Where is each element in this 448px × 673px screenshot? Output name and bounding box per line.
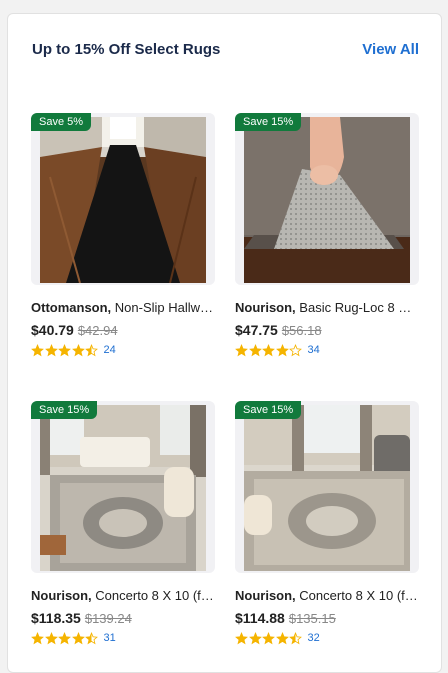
- product-name: Non-Slip Hallway Runner Rug: [114, 300, 215, 315]
- star-icon: [71, 343, 85, 356]
- star-icon: [248, 631, 262, 644]
- product-brand: Nourison,: [31, 588, 92, 603]
- star-rating: [235, 631, 303, 645]
- price-row: $40.79 $42.94: [31, 322, 215, 338]
- rating-row: 34: [235, 342, 419, 358]
- sale-price: $40.79: [31, 322, 74, 338]
- star-icon: [85, 343, 98, 356]
- original-price: $135.15: [288, 611, 336, 626]
- original-price: $56.18: [281, 323, 322, 338]
- price-row: $118.35 $139.24: [31, 610, 215, 626]
- star-icon: [58, 631, 71, 644]
- star-icon: [289, 631, 302, 644]
- sale-price: $47.75: [235, 322, 278, 338]
- product-name: Basic Rug-Loc 8 X 10 Rug Pad: [299, 300, 419, 315]
- star-icon: [71, 631, 85, 644]
- product-image-3[interactable]: Save 15%: [31, 401, 215, 573]
- rug-pad-image: [244, 117, 410, 283]
- product-card-2[interactable]: Save 15% Nourison, Basic Rug-Loc 8 X 10 …: [235, 113, 419, 358]
- review-count[interactable]: 24: [104, 344, 116, 356]
- rating-row: 24: [31, 342, 215, 358]
- product-brand: Nourison,: [235, 300, 296, 315]
- star-icon: [85, 631, 98, 644]
- product-card-4[interactable]: Save 15% Nourison, Concerto 8 X 10 (ft) …: [235, 401, 419, 646]
- sale-price: $118.35: [31, 610, 81, 626]
- product-name: Concerto 8 X 10 (ft) Rug: [299, 588, 419, 603]
- original-price: $42.94: [77, 323, 118, 338]
- star-icon: [235, 631, 248, 644]
- sale-price: $114.88: [235, 610, 285, 626]
- hallway-runner-image: [40, 117, 206, 283]
- price-row: $114.88 $135.15: [235, 610, 419, 626]
- star-icon: [44, 343, 58, 356]
- star-icon: [44, 631, 58, 644]
- product-title[interactable]: Nourison, Basic Rug-Loc 8 X 10 Rug Pad: [235, 300, 419, 315]
- product-title[interactable]: Nourison, Concerto 8 X 10 (ft) Rug: [31, 588, 215, 603]
- star-icon: [275, 343, 289, 356]
- review-count[interactable]: 31: [104, 632, 116, 644]
- living-room-rug-image: [40, 405, 206, 571]
- star-icon: [262, 343, 275, 356]
- price-row: $47.75 $56.18: [235, 322, 419, 338]
- section-title: Up to 15% Off Select Rugs: [32, 41, 221, 58]
- star-icon: [235, 343, 248, 356]
- product-brand: Nourison,: [235, 588, 296, 603]
- rating-row: 32: [235, 630, 419, 646]
- living-room-rug-image: [244, 405, 410, 571]
- rating-row: 31: [31, 630, 215, 646]
- star-icon: [31, 343, 44, 356]
- review-count[interactable]: 32: [308, 632, 320, 644]
- star-icon: [289, 343, 302, 356]
- discount-badge: Save 15%: [235, 113, 302, 131]
- discount-badge: Save 5%: [31, 113, 92, 131]
- product-title[interactable]: Nourison, Concerto 8 X 10 (ft) Rug: [235, 588, 419, 603]
- product-card-1[interactable]: Save 5% Ottomanson, Non-Slip Hallway Run…: [31, 113, 215, 358]
- discount-badge: Save 15%: [235, 401, 302, 419]
- star-icon: [248, 343, 262, 356]
- star-rating: [31, 631, 99, 645]
- review-count[interactable]: 34: [308, 344, 320, 356]
- discount-badge: Save 15%: [31, 401, 98, 419]
- product-title[interactable]: Ottomanson, Non-Slip Hallway Runner Rug: [31, 300, 215, 315]
- star-icon: [58, 343, 71, 356]
- product-image-1[interactable]: Save 5%: [31, 113, 215, 285]
- product-brand: Ottomanson,: [31, 300, 112, 315]
- product-name: Concerto 8 X 10 (ft) Rug: [95, 588, 215, 603]
- product-card-3[interactable]: Save 15% Nourison, Concerto 8 X 10 (ft) …: [31, 401, 215, 646]
- star-rating: [31, 343, 99, 357]
- star-icon: [262, 631, 275, 644]
- product-image-2[interactable]: Save 15%: [235, 113, 419, 285]
- star-rating: [235, 343, 303, 357]
- star-icon: [31, 631, 44, 644]
- original-price: $139.24: [84, 611, 132, 626]
- view-all-link[interactable]: View All: [362, 41, 419, 58]
- product-image-4[interactable]: Save 15%: [235, 401, 419, 573]
- star-icon: [275, 631, 289, 644]
